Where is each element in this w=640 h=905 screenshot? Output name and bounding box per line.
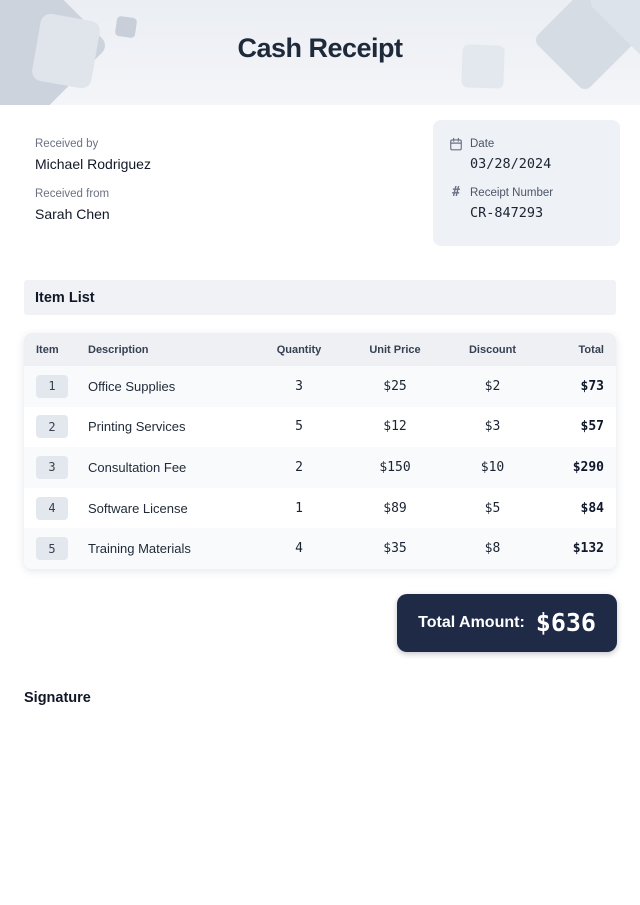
cell-description: Office Supplies: [88, 378, 176, 394]
cell-total: $73: [580, 378, 604, 394]
total-amount-value: $636: [535, 608, 596, 638]
cell-discount: $8: [484, 541, 501, 557]
cell-description: Printing Services: [88, 419, 186, 435]
table-header-row: Item Description Quantity Unit Price Dis…: [24, 333, 616, 366]
cell-quantity: 1: [295, 500, 303, 516]
cell-quantity: 4: [295, 541, 303, 557]
signature-label: Signature: [24, 689, 91, 706]
item-list-section-header: Item List: [24, 280, 616, 315]
table-row: 5 Training Materials 4 $35 $8 $132: [24, 528, 616, 569]
cell-unit-price: $25: [383, 378, 407, 394]
receipt-number-label: Receipt Number: [470, 186, 554, 199]
col-header-unit-price: Unit Price: [369, 343, 421, 356]
total-amount-row: Total Amount: $636: [0, 593, 617, 652]
received-by-label: Received by: [35, 138, 99, 150]
receipt-number-block: # Receipt Number CR-847293: [449, 185, 604, 221]
cell-description: Training Materials: [88, 541, 191, 557]
cell-total: $84: [580, 500, 604, 516]
item-list-title: Item List: [35, 289, 95, 306]
cell-quantity: 3: [295, 378, 303, 394]
receipt-meta-card: Date 03/28/2024 # Receipt Number CR-8472…: [433, 120, 620, 246]
cell-discount: $10: [480, 459, 505, 475]
item-number-badge: 4: [36, 496, 68, 520]
col-header-discount: Discount: [468, 343, 517, 356]
item-number-badge: 3: [36, 455, 68, 479]
cell-description: Software License: [88, 500, 188, 516]
received-by-value: Michael Rodriguez: [35, 156, 151, 172]
cell-total: $290: [572, 459, 604, 475]
cell-quantity: 2: [295, 459, 303, 475]
total-amount-label: Total Amount:: [418, 613, 525, 631]
item-number-badge: 5: [36, 537, 68, 561]
table-row: 4 Software License 1 $89 $5 $84: [24, 488, 616, 529]
header-band: Cash Receipt: [0, 0, 640, 105]
received-from-value: Sarah Chen: [35, 206, 110, 222]
page-title: Cash Receipt: [237, 33, 403, 63]
table-row: 3 Consultation Fee 2 $150 $10 $290: [24, 447, 616, 488]
cell-unit-price: $12: [383, 419, 407, 435]
date-label: Date: [470, 138, 495, 150]
table-row: 2 Printing Services 5 $12 $3 $57: [24, 407, 616, 448]
receipt-number-value: CR-847293: [470, 205, 544, 221]
received-from-label: Received from: [35, 188, 110, 200]
item-number-badge: 2: [36, 415, 68, 439]
info-section: Received by Michael Rodriguez Received f…: [0, 105, 640, 246]
total-amount-box: Total Amount: $636: [397, 593, 617, 652]
calendar-icon: [450, 137, 462, 151]
hash-icon: #: [452, 185, 460, 200]
cell-total: $132: [572, 541, 604, 557]
date-block: Date 03/28/2024: [449, 137, 604, 172]
cell-unit-price: $35: [383, 541, 407, 557]
cell-quantity: 5: [295, 419, 303, 435]
cell-discount: $2: [484, 378, 501, 394]
col-header-item: Item: [36, 343, 59, 356]
cell-discount: $3: [484, 419, 501, 435]
table-row: 1 Office Supplies 3 $25 $2 $73: [24, 366, 616, 407]
col-header-description: Description: [88, 343, 149, 356]
item-number-badge: 1: [36, 374, 68, 398]
items-table: Item Description Quantity Unit Price Dis…: [24, 333, 616, 569]
parties-block: Received by Michael Rodriguez Received f…: [35, 138, 151, 246]
cell-description: Consultation Fee: [88, 459, 187, 475]
cell-discount: $5: [484, 500, 501, 516]
cell-unit-price: $89: [383, 500, 407, 516]
date-value: 03/28/2024: [470, 156, 552, 172]
col-header-quantity: Quantity: [276, 343, 322, 356]
cell-total: $57: [580, 419, 604, 435]
col-header-total: Total: [578, 343, 604, 356]
cell-unit-price: $150: [379, 459, 411, 475]
